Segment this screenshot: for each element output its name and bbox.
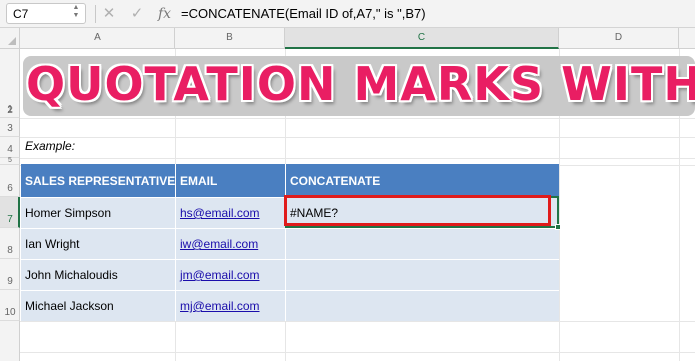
row-header-3[interactable]: 3 [0,118,20,137]
column-header-d[interactable]: D [559,28,679,48]
divider [95,5,96,23]
column-header-bar: A B C D [0,28,695,49]
select-all-button[interactable] [0,28,20,48]
column-header-c[interactable]: C [285,28,559,49]
row-header-11[interactable] [0,321,20,361]
formula-bar: C7 ▲ ▼ ✕ ✓ fx =CONCATENATE(Email ID of,A7… [0,0,695,28]
cell-c10[interactable] [285,290,559,321]
header-sales-representative[interactable]: SALES REPRESENTATIVE [21,164,175,198]
title-banner: QUOTATION MARKS WITHIN [23,56,695,116]
column-header-b[interactable]: B [175,28,285,48]
cell-a9[interactable]: John Michaloudis [21,259,175,290]
cell-a8[interactable]: Ian Wright [21,228,175,259]
cell-b7[interactable]: hs@email.com [175,197,285,228]
select-all-icon [8,37,16,45]
example-label: Example: [25,139,76,153]
cell-a10[interactable]: Michael Jackson [21,290,175,321]
confirm-icon[interactable]: ✓ [128,4,146,24]
cell-b8[interactable]: iw@email.com [175,228,285,259]
email-link[interactable]: mj@email.com [180,299,260,313]
cell-c8[interactable] [285,228,559,259]
email-link[interactable]: jm@email.com [180,268,260,282]
gridline [20,137,695,138]
gridline [20,118,695,119]
name-box-dropdown-icon[interactable]: ▲ ▼ [71,4,81,20]
cell-b10[interactable]: mj@email.com [175,290,285,321]
cell-a7[interactable]: Homer Simpson [21,197,175,228]
error-highlight-box [284,195,551,226]
email-link[interactable]: iw@email.com [180,237,258,251]
column-header-a[interactable]: A [21,28,175,48]
email-link[interactable]: hs@email.com [180,206,260,220]
cell-c9[interactable] [285,259,559,290]
cell-b9[interactable]: jm@email.com [175,259,285,290]
fill-handle[interactable] [555,224,561,230]
gridline [20,321,695,322]
cancel-icon[interactable]: ✕ [100,4,118,24]
gridline [20,352,695,353]
row-header-6[interactable]: 6 [0,165,20,197]
row-header-7[interactable]: 7 [0,197,20,228]
row-header-8[interactable]: 8 [0,228,20,259]
banner-title: QUOTATION MARKS WITHIN [26,57,695,111]
insert-function-button[interactable]: fx [158,3,176,25]
formula-input[interactable]: =CONCATENATE(Email ID of,A7," is ",B7) [181,4,691,24]
row-header-4[interactable]: 4 [0,137,20,158]
row-header-10[interactable]: 10 [0,290,20,321]
header-email[interactable]: EMAIL [175,164,285,198]
header-concatenate[interactable]: CONCATENATE [285,164,559,198]
row-header-9[interactable]: 9 [0,259,20,290]
gridline [20,158,695,159]
row-header-5[interactable]: 5 [0,157,20,165]
